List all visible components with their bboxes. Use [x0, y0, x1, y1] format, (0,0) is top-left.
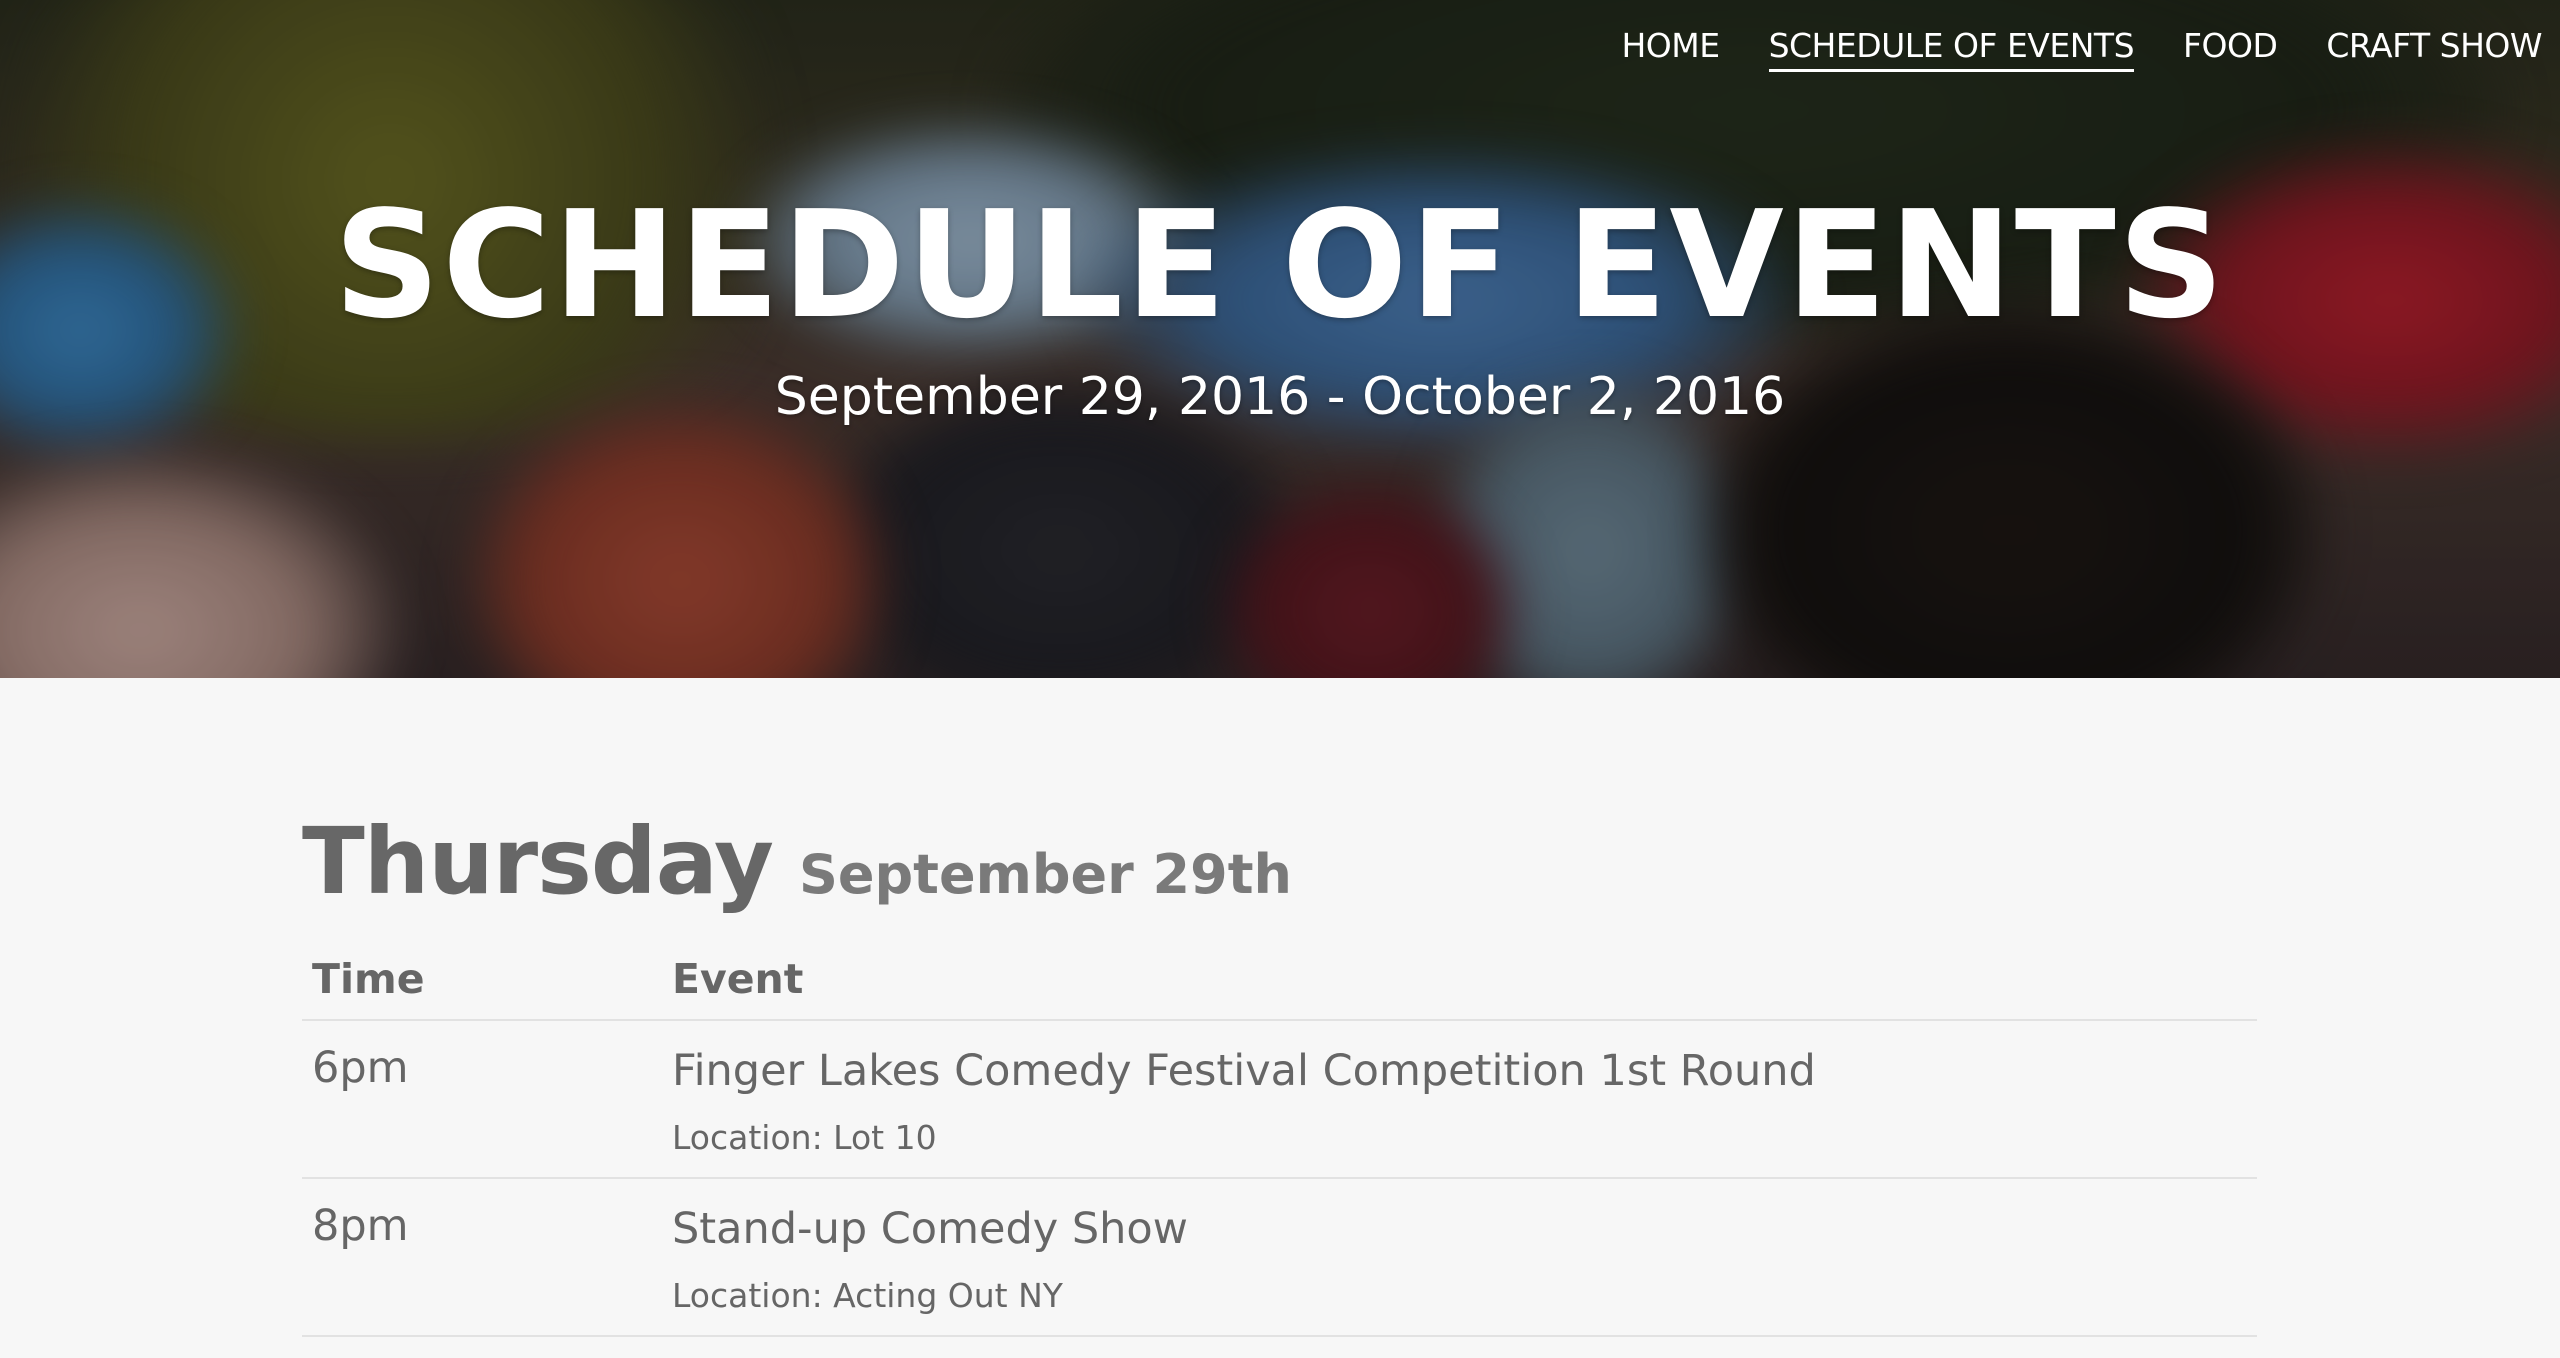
nav-item-craft-show[interactable]: CRAFT SHOW [2326, 26, 2542, 69]
event-location: Location: Lot 10 [672, 1118, 937, 1157]
main-nav: HOME SCHEDULE OF EVENTS FOOD CRAFT SHOW [1621, 26, 2542, 72]
hero-banner: HOME SCHEDULE OF EVENTS FOOD CRAFT SHOW … [0, 0, 2560, 678]
table-header-row: Time Event [302, 945, 2257, 1021]
table-row: 6pm Finger Lakes Comedy Festival Competi… [302, 1020, 2257, 1179]
event-name: Finger Lakes Comedy Festival Competition… [672, 1046, 1816, 1096]
event-time: 6pm [302, 1020, 662, 1179]
schedule-table: Time Event 6pm Finger Lakes Comedy Festi… [302, 945, 2257, 1337]
day-date: September 29th [798, 843, 1292, 906]
event-cell: Stand-up Comedy Show Location: Acting Ou… [662, 1178, 2257, 1337]
column-header-time: Time [302, 945, 662, 1021]
nav-item-food[interactable]: FOOD [2183, 26, 2278, 69]
event-time: 8pm [302, 1178, 662, 1337]
column-header-event: Event [662, 945, 2257, 1021]
event-cell: Finger Lakes Comedy Festival Competition… [662, 1020, 2257, 1179]
event-name: Stand-up Comedy Show [672, 1204, 1188, 1254]
day-heading: Thursday September 29th [302, 808, 2257, 915]
nav-item-schedule-of-events[interactable]: SCHEDULE OF EVENTS [1768, 26, 2135, 72]
schedule-section: Thursday September 29th Time Event 6pm F… [302, 678, 2257, 1337]
event-location: Location: Acting Out NY [672, 1276, 1063, 1315]
nav-item-home[interactable]: HOME [1621, 26, 1720, 69]
table-row: 8pm Stand-up Comedy Show Location: Actin… [302, 1178, 2257, 1337]
day-name: Thursday [302, 808, 774, 915]
event-date-range: September 29, 2016 - October 2, 2016 [774, 367, 1786, 427]
page-title: SCHEDULE OF EVENTS [333, 179, 2227, 351]
